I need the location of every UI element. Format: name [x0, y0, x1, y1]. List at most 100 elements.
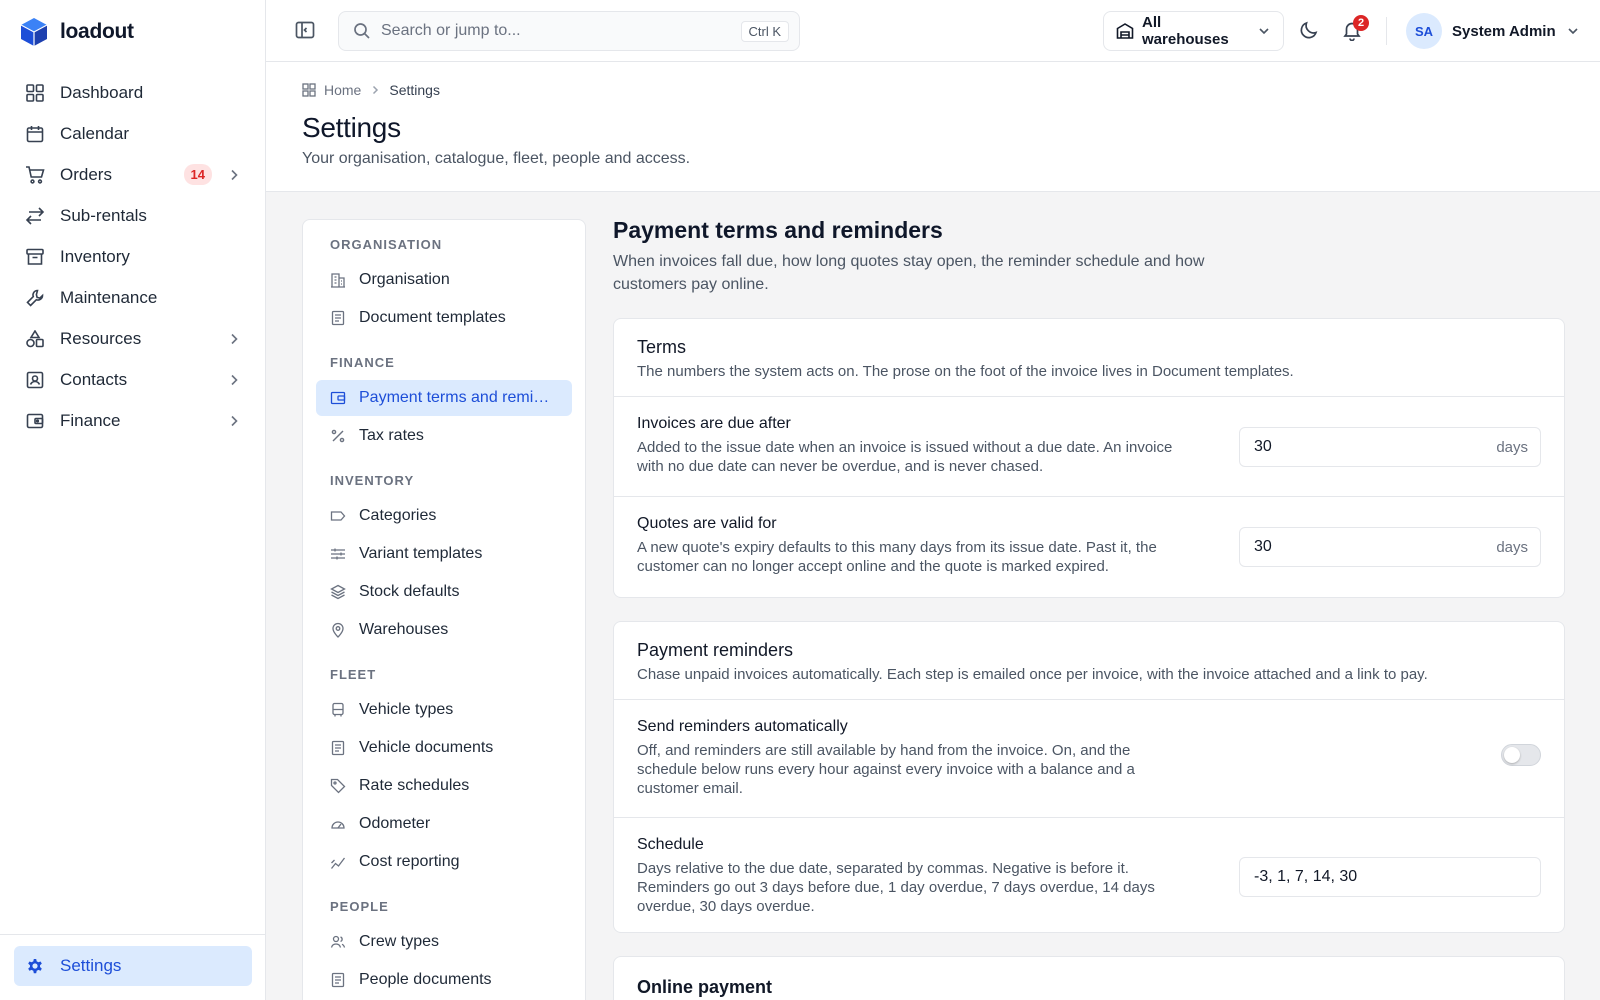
settings-item-label: Crew types [359, 933, 440, 950]
brand[interactable]: loadout [20, 17, 134, 47]
terms-card: Terms The numbers the system acts on. Th… [613, 318, 1565, 598]
logo-cube-icon [20, 17, 48, 47]
settings-group-heading: FLEET [330, 666, 377, 682]
calendar-icon [24, 123, 46, 145]
nav-label: Sub-rentals [60, 205, 147, 225]
settings-item-people-documents[interactable]: People documents [316, 962, 572, 998]
wrench-icon [24, 287, 46, 309]
settings-item-warehouses[interactable]: Warehouses [316, 612, 572, 648]
page-title: Settings [302, 112, 401, 143]
warehouse-icon [1116, 22, 1134, 40]
chevron-right-icon [226, 372, 242, 388]
nav-label: Contacts [60, 369, 128, 389]
settings-group-heading: ORGANISATION [330, 236, 443, 252]
nav-item-resources[interactable]: Resources [14, 318, 252, 359]
building-icon [330, 272, 346, 288]
search-bar[interactable]: Search or jump to... Ctrl K [338, 11, 800, 51]
divider [1386, 17, 1387, 45]
nav-item-finance[interactable]: Finance [14, 400, 252, 441]
reminder-schedule-input[interactable]: -3, 1, 7, 14, 30 [1239, 857, 1541, 897]
nav-item-contacts[interactable]: Contacts [14, 359, 252, 400]
breadcrumb-home-link[interactable]: Home [324, 82, 361, 98]
nav-item-maintenance[interactable]: Maintenance [14, 277, 252, 318]
settings-item-label: Organisation [359, 271, 450, 288]
field-help: Days relative to the due date, separated… [637, 860, 1155, 915]
section-title: Payment terms and reminders [613, 217, 943, 243]
search-input[interactable]: Search or jump to... [381, 22, 741, 40]
input-value: 30 [1254, 438, 1272, 455]
chevron-right-icon [226, 413, 242, 429]
home-grid-icon [302, 83, 316, 97]
avatar: SA [1406, 13, 1442, 49]
settings-item-label: Variant templates [359, 545, 483, 562]
nav-label: Inventory [60, 246, 130, 266]
user-menu[interactable]: SA System Admin [1406, 12, 1580, 50]
page-subtitle: Your organisation, catalogue, fleet, peo… [302, 150, 691, 167]
card-title: Terms [637, 337, 686, 357]
user-name: System Admin [1452, 22, 1556, 40]
settings-item-tax-rates[interactable]: Tax rates [316, 418, 572, 454]
warehouse-select[interactable]: All warehouses [1103, 11, 1284, 51]
nav-item-orders[interactable]: Orders 14 [14, 154, 252, 195]
settings-item-crew-types[interactable]: Crew types [316, 924, 572, 960]
send-reminders-row: Send reminders automatically Off, and re… [614, 700, 1564, 818]
settings-item-organisation[interactable]: Organisation [316, 262, 572, 298]
settings-item-label: Warehouses [359, 621, 449, 638]
settings-item-vehicle-types[interactable]: Vehicle types [316, 692, 572, 728]
card-title: Online payment [637, 977, 773, 997]
settings-item-label: Vehicle documents [359, 739, 494, 756]
breadcrumb-current: Settings [389, 82, 440, 98]
invoice-due-days-input[interactable]: 30 days [1239, 427, 1541, 467]
sidebar-toggle-icon[interactable] [294, 19, 318, 43]
quote-valid-days-input[interactable]: 30 days [1239, 527, 1541, 567]
settings-item-document-templates[interactable]: Document templates [316, 300, 572, 336]
nav-item-inventory[interactable]: Inventory [14, 236, 252, 277]
sliders-icon [330, 546, 346, 562]
arrows-exchange-icon [24, 205, 46, 227]
settings-item-variant-templates[interactable]: Variant templates [316, 536, 572, 572]
search-icon [353, 22, 371, 40]
settings-group-heading: PEOPLE [330, 898, 389, 914]
schedule-row: Schedule Days relative to the due date, … [614, 818, 1564, 932]
percent-icon [330, 428, 346, 444]
settings-item-label: Vehicle types [359, 701, 454, 718]
nav-item-dashboard[interactable]: Dashboard [14, 72, 252, 113]
input-unit: days [1496, 538, 1528, 556]
brand-name: loadout [60, 20, 134, 43]
nav-label: Calendar [60, 123, 129, 143]
gear-icon [24, 955, 46, 977]
settings-item-stock-defaults[interactable]: Stock defaults [316, 574, 572, 610]
nav-label: Resources [60, 328, 142, 348]
price-tag-icon [330, 778, 346, 794]
nav-item-settings[interactable]: Settings [14, 946, 252, 986]
field-help: A new quote's expiry defaults to this ma… [637, 539, 1157, 575]
settings-item-rate-schedules[interactable]: Rate schedules [316, 768, 572, 804]
nav-label: Finance [60, 410, 121, 430]
sidebar: loadout Dashboard Calendar Orders 14 Sub… [0, 0, 266, 1000]
field-label: Schedule [637, 836, 704, 853]
field-help: Added to the issue date when an invoice … [637, 439, 1173, 475]
label-tag-icon [330, 508, 346, 524]
settings-item-categories[interactable]: Categories [316, 498, 572, 534]
users-icon [330, 934, 346, 950]
card-title: Payment reminders [637, 640, 794, 660]
warehouse-select-value: All warehouses [1142, 14, 1229, 48]
chevron-right-icon [369, 84, 381, 96]
nav-item-calendar[interactable]: Calendar [14, 113, 252, 154]
field-help: Off, and reminders are still available b… [637, 742, 1135, 797]
moon-icon[interactable] [1298, 19, 1322, 43]
send-reminders-toggle[interactable] [1501, 744, 1541, 766]
nav-label: Orders [60, 164, 112, 184]
field-label: Send reminders automatically [637, 718, 848, 735]
settings-item-label: Tax rates [359, 427, 424, 444]
chevron-right-icon [226, 167, 242, 183]
invoices-due-row: Invoices are due after Added to the issu… [614, 397, 1564, 497]
settings-item-odometer[interactable]: Odometer [316, 806, 572, 842]
settings-item-payment-terms[interactable]: Payment terms and reminders [316, 380, 572, 416]
settings-item-label: Document templates [359, 309, 506, 326]
settings-item-label: Odometer [359, 815, 431, 832]
settings-item-vehicle-documents[interactable]: Vehicle documents [316, 730, 572, 766]
settings-item-cost-reporting[interactable]: Cost reporting [316, 844, 572, 880]
nav-item-sub-rentals[interactable]: Sub-rentals [14, 195, 252, 236]
card-header: Payment reminders Chase unpaid invoices … [614, 622, 1564, 700]
